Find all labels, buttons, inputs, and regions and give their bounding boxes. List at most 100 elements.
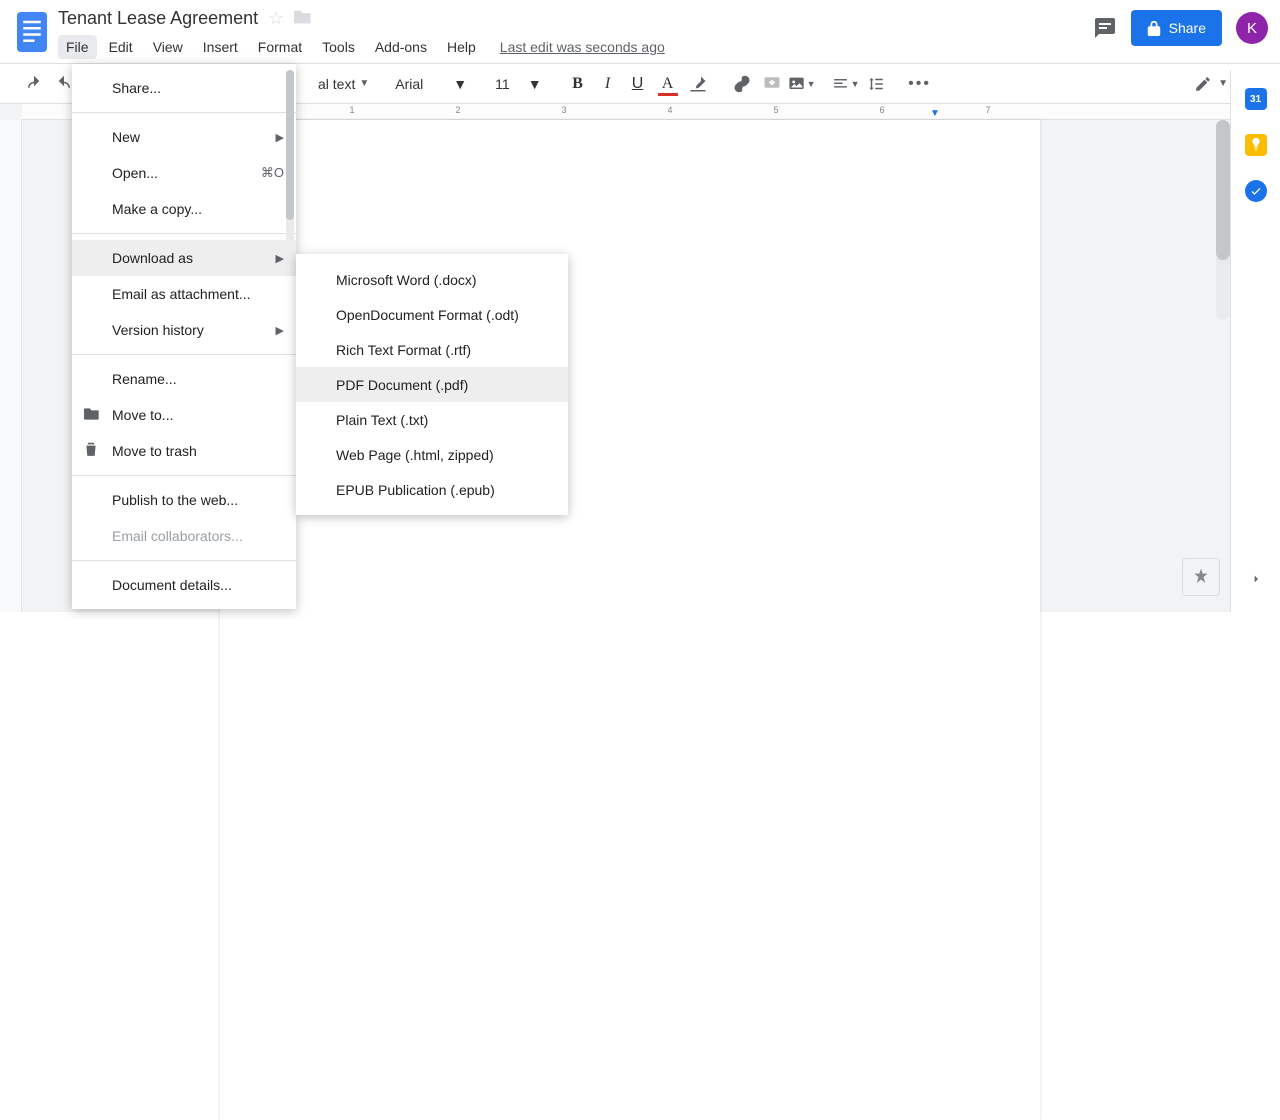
menu-version-history[interactable]: Version history▶ [72, 312, 296, 348]
line-spacing-button[interactable] [862, 70, 890, 98]
move-folder-icon[interactable] [294, 8, 312, 29]
lock-icon [1147, 20, 1161, 36]
menu-help[interactable]: Help [439, 35, 484, 59]
download-as-submenu: Microsoft Word (.docx) OpenDocument Form… [296, 254, 568, 515]
ruler-tick: 2 [455, 105, 460, 115]
menu-insert[interactable]: Insert [195, 35, 246, 59]
submenu-item-label: Rich Text Format (.rtf) [336, 342, 471, 358]
menu-item-label: New [112, 129, 140, 145]
menu-email-collaborators: Email collaborators... [72, 518, 296, 554]
scrollbar-vertical[interactable] [1216, 120, 1230, 320]
menu-rename[interactable]: Rename... [72, 361, 296, 397]
ruler-tick: 1 [349, 105, 354, 115]
menu-move-to[interactable]: Move to... [72, 397, 296, 433]
editing-mode-dropdown[interactable]: ▼ [1194, 75, 1228, 93]
menu-item-label: Document details... [112, 577, 232, 593]
align-button[interactable]: ▼ [832, 70, 860, 98]
explore-button[interactable] [1182, 558, 1220, 596]
download-docx[interactable]: Microsoft Word (.docx) [296, 262, 568, 297]
menu-item-label: Make a copy... [112, 201, 202, 217]
paragraph-style-dropdown[interactable]: al text ▼ [314, 76, 373, 92]
menu-item-label: Move to... [112, 407, 173, 423]
trash-icon [84, 441, 98, 462]
insert-link-button[interactable] [728, 70, 756, 98]
bold-button[interactable]: B [564, 70, 592, 98]
menu-item-label: Move to trash [112, 443, 197, 459]
font-value: Arial [395, 76, 423, 92]
undo-button[interactable] [20, 70, 48, 98]
insert-image-button[interactable]: ▼ [788, 70, 816, 98]
menu-publish-web[interactable]: Publish to the web... [72, 482, 296, 518]
menu-item-label: Download as [112, 250, 193, 266]
menu-download-as[interactable]: Download as▶ [72, 240, 296, 276]
account-avatar[interactable]: K [1236, 12, 1268, 44]
italic-button[interactable]: I [594, 70, 622, 98]
menu-separator [72, 475, 296, 476]
menu-separator [72, 233, 296, 234]
download-odt[interactable]: OpenDocument Format (.odt) [296, 297, 568, 332]
menu-separator [72, 112, 296, 113]
ruler-tick: 4 [667, 105, 672, 115]
folder-icon [84, 406, 100, 425]
download-txt[interactable]: Plain Text (.txt) [296, 402, 568, 437]
menu-tools[interactable]: Tools [314, 35, 363, 59]
menu-addons[interactable]: Add-ons [367, 35, 435, 59]
star-icon[interactable]: ☆ [268, 8, 284, 29]
menu-share[interactable]: Share... [72, 70, 296, 106]
menu-shortcut: ⌘O [261, 165, 284, 181]
menu-new[interactable]: New▶ [72, 119, 296, 155]
underline-button[interactable]: U [624, 70, 652, 98]
comments-icon[interactable] [1093, 16, 1117, 40]
paragraph-style-value: al text [318, 76, 355, 92]
menu-document-details[interactable]: Document details... [72, 567, 296, 603]
share-button[interactable]: Share [1131, 10, 1222, 46]
submenu-item-label: PDF Document (.pdf) [336, 377, 468, 393]
menu-separator [72, 560, 296, 561]
tasks-icon[interactable] [1245, 180, 1267, 202]
submenu-item-label: Plain Text (.txt) [336, 412, 428, 428]
header-bar: Tenant Lease Agreement ☆ File Edit View … [0, 0, 1280, 64]
highlight-button[interactable] [684, 70, 712, 98]
more-tools-button[interactable]: ••• [906, 70, 934, 98]
font-dropdown[interactable]: Arial ▼ [389, 76, 473, 92]
download-epub[interactable]: EPUB Publication (.epub) [296, 472, 568, 507]
menu-move-to-trash[interactable]: Move to trash [72, 433, 296, 469]
menu-item-label: Version history [112, 322, 204, 338]
side-panel: 31 [1230, 70, 1280, 612]
menu-item-label: Publish to the web... [112, 492, 238, 508]
menu-item-label: Rename... [112, 371, 177, 387]
download-pdf[interactable]: PDF Document (.pdf) [296, 367, 568, 402]
vertical-ruler[interactable] [0, 120, 22, 612]
ruler-tick: 7 [985, 105, 990, 115]
share-label: Share [1169, 20, 1206, 36]
menu-edit[interactable]: Edit [101, 35, 141, 59]
right-indent-marker[interactable]: ▼ [930, 108, 940, 119]
pencil-icon [1194, 75, 1212, 93]
menu-format[interactable]: Format [250, 35, 310, 59]
menu-make-copy[interactable]: Make a copy... [72, 191, 296, 227]
submenu-item-label: Web Page (.html, zipped) [336, 447, 494, 463]
download-rtf[interactable]: Rich Text Format (.rtf) [296, 332, 568, 367]
menu-email-attachment[interactable]: Email as attachment... [72, 276, 296, 312]
menu-open[interactable]: Open...⌘O [72, 155, 296, 191]
font-size-dropdown[interactable]: 11 ▼ [489, 76, 547, 92]
menu-view[interactable]: View [145, 35, 191, 59]
side-panel-collapse[interactable] [1248, 571, 1264, 592]
keep-icon[interactable] [1245, 134, 1267, 156]
last-edit-link[interactable]: Last edit was seconds ago [500, 35, 665, 59]
scrollbar-thumb[interactable] [1216, 120, 1230, 260]
ruler-tick: 5 [773, 105, 778, 115]
menu-item-label: Share... [112, 80, 161, 96]
download-html[interactable]: Web Page (.html, zipped) [296, 437, 568, 472]
file-menu-dropdown: Share... New▶ Open...⌘O Make a copy... D… [72, 64, 296, 609]
docs-logo[interactable] [12, 6, 52, 58]
insert-comment-button[interactable] [758, 70, 786, 98]
document-title[interactable]: Tenant Lease Agreement [58, 8, 258, 29]
menu-file[interactable]: File [58, 35, 97, 59]
ruler-tick: 3 [561, 105, 566, 115]
chevron-down-icon: ▼ [453, 76, 467, 92]
submenu-item-label: OpenDocument Format (.odt) [336, 307, 519, 323]
text-color-button[interactable]: A [654, 70, 682, 98]
ruler-tick: 6 [879, 105, 884, 115]
calendar-icon[interactable]: 31 [1245, 88, 1267, 110]
